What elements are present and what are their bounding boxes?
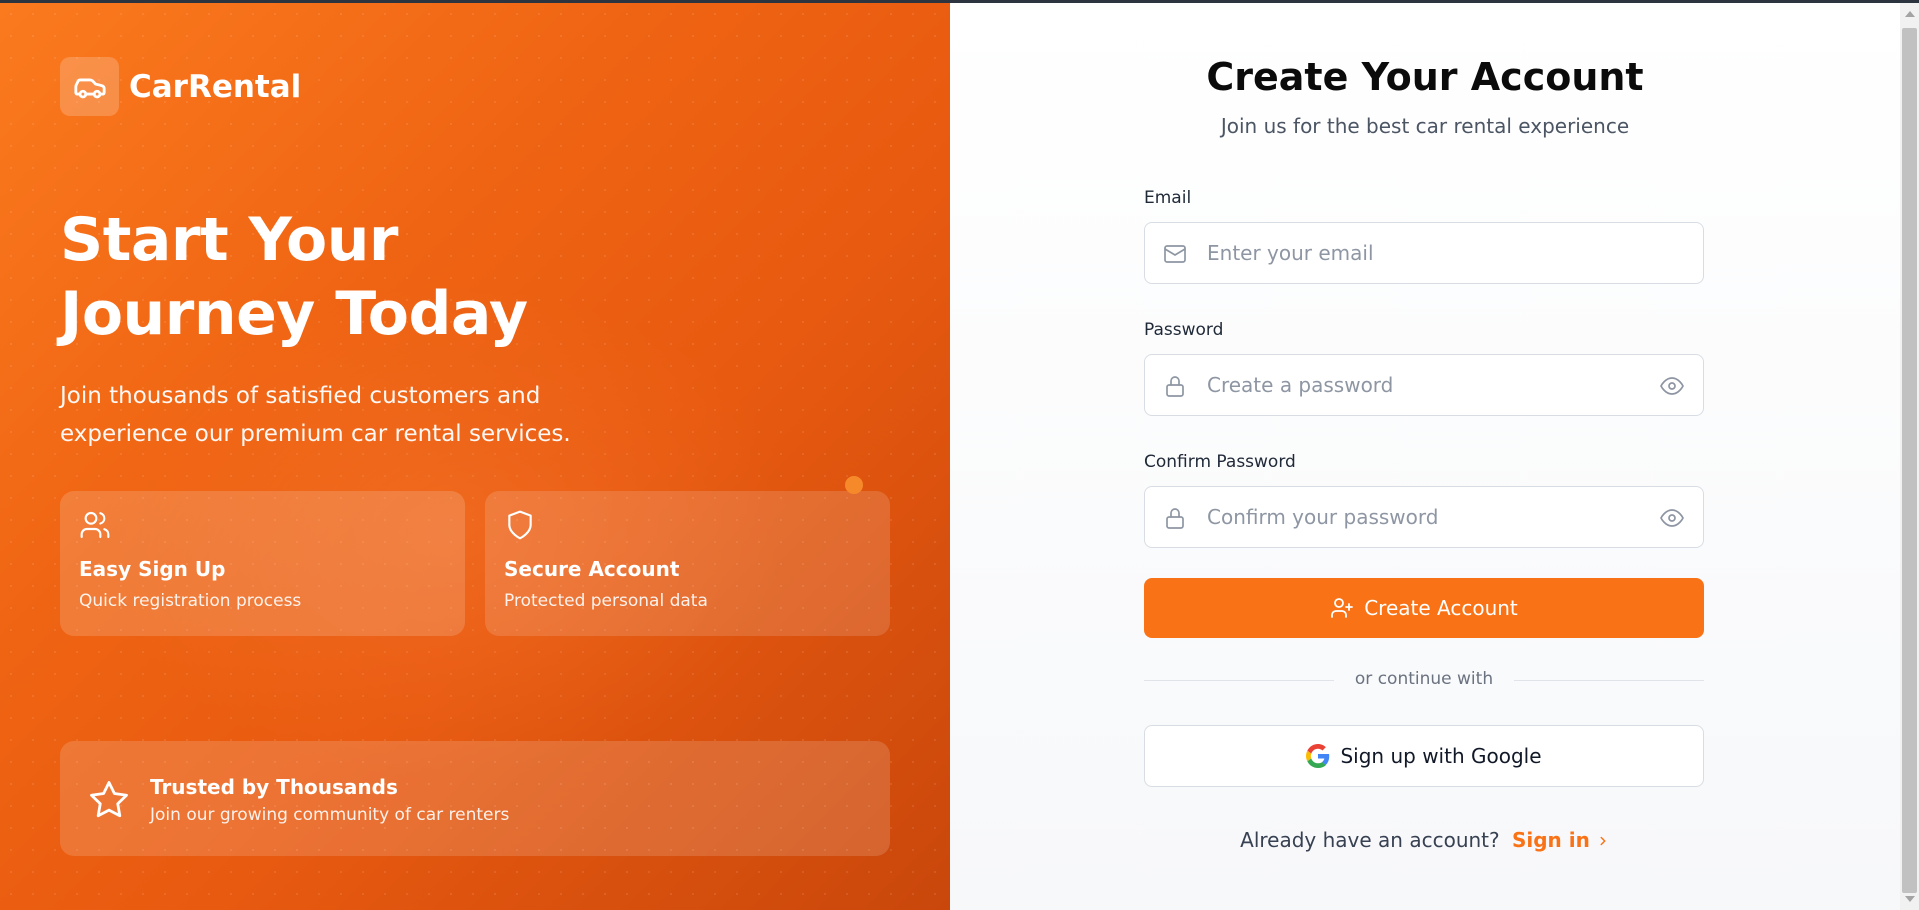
feature-subtitle: Quick registration process [79,591,302,611]
form-subtitle: Join us for the best car rental experien… [1220,114,1630,138]
users-icon [79,509,111,541]
eye-icon[interactable] [1659,374,1685,398]
signup-panel: Create Your Account Join us for the best… [950,3,1900,910]
mail-icon [1163,242,1187,266]
confirm-password-input[interactable] [1205,487,1625,547]
page-scrollbar[interactable] [1900,3,1919,910]
signin-prompt: Already have an account? [1240,828,1500,852]
signin-link[interactable]: Sign in [1512,828,1610,852]
email-label: Email [1144,188,1192,208]
password-input[interactable] [1205,355,1625,415]
lock-icon [1163,374,1187,398]
feature-card-easy-signup: Easy Sign Up Quick registration process [60,491,465,636]
email-field-wrapper [1144,222,1704,284]
trusted-subtitle: Join our growing community of car renter… [150,805,510,825]
scroll-down-arrow[interactable] [1905,896,1915,902]
create-account-button[interactable]: Create Account [1144,578,1704,638]
google-signup-label: Sign up with Google [1340,744,1542,768]
confirm-password-field-wrapper [1144,486,1704,548]
eye-icon[interactable] [1659,506,1685,530]
create-account-label: Create Account [1364,596,1518,620]
email-input[interactable] [1205,223,1625,283]
hero-title-line2: Journey Today [60,279,528,349]
feature-title: Secure Account [504,557,680,581]
signin-row: Already have an account? Sign in [950,828,1900,852]
scrollbar-thumb[interactable] [1902,28,1917,893]
hero-subtitle-line1: Join thousands of satisfied customers an… [60,383,541,409]
password-label: Password [1144,320,1224,340]
google-icon [1306,744,1330,768]
chevron-right-icon [1596,829,1610,846]
hero-panel: CarRental Start Your Journey Today Join … [0,3,950,910]
lock-icon [1163,506,1187,530]
car-icon [60,57,119,116]
brand-logo[interactable]: CarRental [60,57,301,116]
shield-icon [504,509,536,541]
trusted-title: Trusted by Thousands [150,775,398,799]
feature-subtitle: Protected personal data [504,591,708,611]
form-title: Create Your Account [1206,55,1644,99]
star-icon [88,779,130,821]
trusted-banner: Trusted by Thousands Join our growing co… [60,741,890,856]
password-field-wrapper [1144,354,1704,416]
or-divider: or continue with [1144,669,1704,693]
hero-title-line1: Start Your [60,205,399,275]
scroll-up-arrow[interactable] [1905,11,1915,17]
divider-line [1514,680,1704,681]
divider-text: or continue with [1354,669,1494,689]
hero-subtitle: Join thousands of satisfied customers an… [60,377,620,453]
confirm-password-label: Confirm Password [1144,452,1296,472]
feature-title: Easy Sign Up [79,557,226,581]
signin-link-label: Sign in [1511,828,1590,852]
decorative-orb [845,476,863,494]
hero-title: Start Your Journey Today [60,203,860,351]
user-plus-icon [1330,596,1354,620]
google-signup-button[interactable]: Sign up with Google [1144,725,1704,787]
hero-subtitle-line2: experience our premium car rental servic… [60,421,571,447]
brand-name: CarRental [129,68,302,105]
feature-card-secure-account: Secure Account Protected personal data [485,491,890,636]
